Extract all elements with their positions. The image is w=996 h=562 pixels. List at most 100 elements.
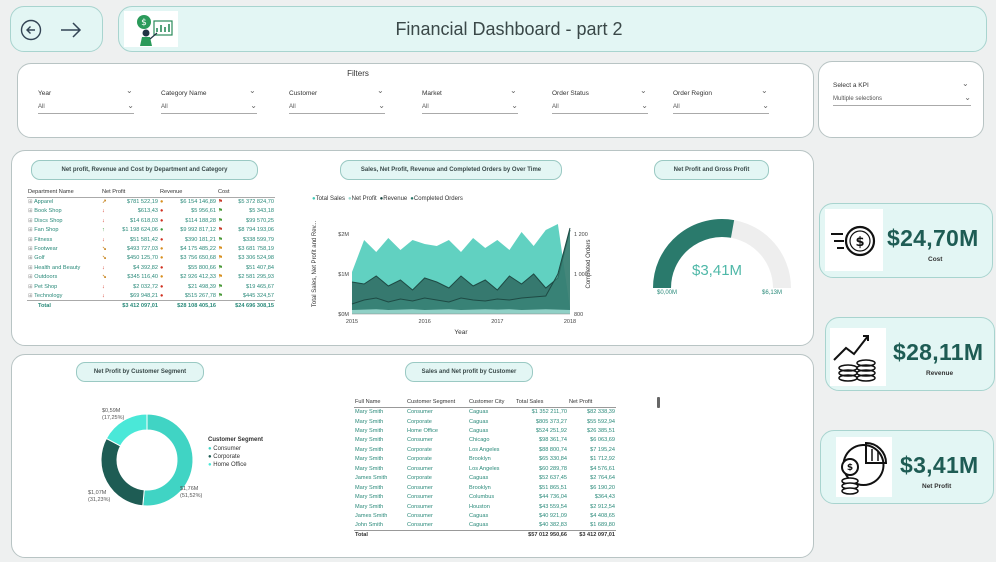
table-row[interactable]: ⊞ Fitness ↓ $51 581,42 ● $390 181,21 ⚑ $338 59… (27, 235, 275, 244)
total-cell: $3 412 097,01 (568, 529, 616, 540)
table-row[interactable]: Mary Smith Corporate Caguas $805 373,27 $55 … (354, 417, 616, 426)
table-row[interactable]: ⊞ Footwear ↘ $493 727,03 ● $4 175 485,22 ⚑ $3 … (27, 244, 275, 253)
col-header[interactable]: Department Name (27, 188, 101, 198)
trend-icon: ↘ (102, 274, 107, 281)
legend-label: Corporate (213, 454, 240, 460)
table-row[interactable]: Mary Smith Corporate Los Angeles $88 800,74… (354, 445, 616, 454)
filter-dropdown[interactable]: All ⌄ (38, 101, 134, 114)
filter-dropdown[interactable]: All ⌄ (161, 101, 257, 114)
chevron-down-icon[interactable]: ⌄ (249, 86, 256, 95)
line-chart-title: Sales, Net Profit, Revenue and Completed… (340, 160, 562, 180)
expand-icon[interactable]: ⊞ (28, 227, 33, 233)
cost-value: $5 343,18 (249, 208, 274, 215)
legend-item[interactable]: ● Corporate (208, 454, 263, 460)
legend-item[interactable]: ● Home Office (208, 462, 263, 468)
table-row[interactable]: Mary Smith Consumer Brooklyn $51 865,51 $6 1… (354, 483, 616, 492)
scrollbar[interactable] (657, 397, 660, 408)
col-header[interactable]: Full Name (354, 398, 406, 408)
table-row[interactable]: ⊞ Golf ↘ $450 125,70 ● $3 756 650,68 ⚑ $3 306 … (27, 254, 275, 263)
col-header[interactable]: Net Profit (101, 188, 159, 198)
table-row[interactable]: Mary Smith Consumer Columbus $44 736,04 $364… (354, 492, 616, 501)
table-row[interactable]: ⊞ Pet Shop ↓ $2 032,72 ● $21 498,39 ⚑ $19 465,… (27, 282, 275, 291)
kpi-label: Cost (928, 256, 943, 263)
status-icon: ● (160, 217, 164, 224)
table-row[interactable]: ⊞ Technology ↓ $69 948,21 ● $515 267,78 ⚑ $445… (27, 291, 275, 300)
cell-net-profit: $4 576,61 (590, 465, 615, 472)
y-tick-label: $0M (338, 312, 349, 318)
table-row[interactable]: James Smith Corporate Caguas $52 637,45 $2 7… (354, 474, 616, 483)
cell-total-sales: $44 736,04 (539, 494, 567, 501)
chevron-down-icon[interactable]: ⌄ (761, 86, 768, 95)
filter-dropdown[interactable]: All ⌄ (289, 101, 385, 114)
chevron-down-icon[interactable]: ⌄ (377, 86, 384, 95)
expand-icon[interactable]: ⊞ (28, 274, 33, 280)
expand-icon[interactable]: ⊞ (28, 246, 33, 252)
filter-value: All (673, 104, 680, 110)
filter-dropdown[interactable]: All ⌄ (422, 101, 518, 114)
table-row[interactable]: Mary Smith Consumer Los Angeles $60 289,78 $… (354, 464, 616, 473)
chevron-down-icon[interactable]: ⌄ (126, 86, 133, 95)
col-header[interactable]: Cost (217, 188, 275, 198)
cell-city: Houston (469, 503, 490, 510)
table-row[interactable]: Mary Smith Home Office Caguas $524 251,92 $2… (354, 426, 616, 435)
cell-net-profit: $7 195,24 (590, 446, 615, 453)
table-row[interactable]: ⊞ Health and Beauty ↓ $4 392,82 ● $55 800,66… (27, 263, 275, 272)
cust-table-wrap: Full Name Customer Segment Customer City… (354, 398, 616, 540)
arrow-left-icon[interactable] (20, 19, 42, 41)
col-header[interactable]: Customer City (468, 398, 515, 408)
table-row[interactable]: James Smith Consumer Caguas $40 921,09 $4 40… (354, 511, 616, 520)
table-row[interactable]: Mary Smith Corporate Brooklyn $65 330,84 $1 … (354, 455, 616, 464)
net-profit-value: $4 392,82 (133, 264, 158, 271)
y2-tick-label: 800 (574, 312, 583, 318)
table-row[interactable]: Mary Smith Consumer Caguas $1 352 211,70 $82… (354, 407, 616, 416)
status-icon: ● (160, 274, 164, 281)
filter-dropdown[interactable]: All ⌄ (552, 101, 648, 114)
expand-icon[interactable]: ⊞ (28, 293, 33, 299)
expand-icon[interactable]: ⊞ (28, 218, 33, 224)
expand-icon[interactable]: ⊞ (28, 255, 33, 261)
bottom-panel: Net Profit by Customer Segment Sales and… (11, 354, 814, 558)
cost-value: $3 306 524,98 (238, 255, 274, 262)
table-row[interactable]: Mary Smith Consumer Chicago $98 361,74 $6 06… (354, 436, 616, 445)
cell-total-sales: $60 289,78 (539, 465, 567, 472)
expand-icon[interactable]: ⊞ (28, 237, 33, 243)
kpi-selector-dropdown[interactable]: Multiple selections ⌄ (833, 93, 971, 106)
y-axis-label: Total Sales, Net Profit and Rev... (312, 221, 318, 308)
cell-segment: Consumer (407, 484, 433, 491)
table-row[interactable]: ⊞ Book Shop ↓ $613,43 ● $5 956,61 ⚑ $5 343,18 (27, 207, 275, 216)
table-row[interactable]: Mary Smith Consumer Houston $43 559,54 $2 91… (354, 502, 616, 511)
cell-segment: Home Office (407, 428, 438, 435)
flag-icon: ⚑ (218, 292, 224, 299)
filter-dropdown[interactable]: All ⌄ (673, 101, 769, 114)
col-header[interactable]: Total Sales (515, 398, 568, 408)
expand-icon[interactable]: ⊞ (28, 284, 33, 290)
kpi-selector-chevron-icon[interactable]: ⌄ (962, 79, 969, 88)
donut-title: Net Profit by Customer Segment (76, 362, 204, 382)
legend-label: Completed Orders (413, 196, 463, 202)
chevron-down-icon[interactable]: ⌄ (510, 86, 517, 95)
net-profit-value: $69 948,21 (130, 292, 158, 299)
col-header[interactable]: Net Profit (568, 398, 616, 408)
table-row[interactable]: ⊞ Apparel ↗ $781 522,19 ● $6 154 146,89 ⚑ $5 3… (27, 197, 275, 206)
table-row[interactable]: ⊞ Fan Shop ↑ $1 198 624,06 ● $9 992 817,12 ⚑ $… (27, 226, 275, 235)
cell-full-name: Mary Smith (355, 503, 384, 510)
expand-icon[interactable]: ⊞ (28, 208, 33, 214)
table-row[interactable]: John Smith Consumer Caguas $40 382,83 $1 689… (354, 521, 616, 530)
expand-icon[interactable]: ⊞ (28, 265, 33, 271)
col-header[interactable]: Customer Segment (406, 398, 468, 408)
cell-city: Caguas (469, 512, 489, 519)
total-row: Total $3 412 097,01 $28 108 405,16 $24 696 … (27, 300, 275, 311)
table-row[interactable]: ⊞ Discs Shop ↓ $14 618,03 ● $114 188,28 ⚑ $99 … (27, 216, 275, 225)
table-row[interactable]: ⊞ Outdoors ↘ $345 116,40 ● $2 926 412,33 ⚑ $2 … (27, 273, 275, 282)
total-cost: $24 696 308,15 (217, 300, 275, 311)
arrow-right-icon[interactable] (59, 19, 83, 41)
legend-item[interactable]: ● Consumer (208, 446, 263, 452)
col-header[interactable]: Revenue (159, 188, 217, 198)
cell-total-sales: $1 352 211,70 (531, 409, 567, 416)
expand-icon[interactable]: ⊞ (28, 199, 33, 205)
kpi-selector-label: Select a KPI (833, 82, 869, 89)
chevron-down-icon[interactable]: ⌄ (640, 86, 647, 95)
dept-name: Technology (34, 292, 63, 299)
total-cell (468, 529, 515, 540)
flag-icon: ⚑ (218, 217, 224, 224)
